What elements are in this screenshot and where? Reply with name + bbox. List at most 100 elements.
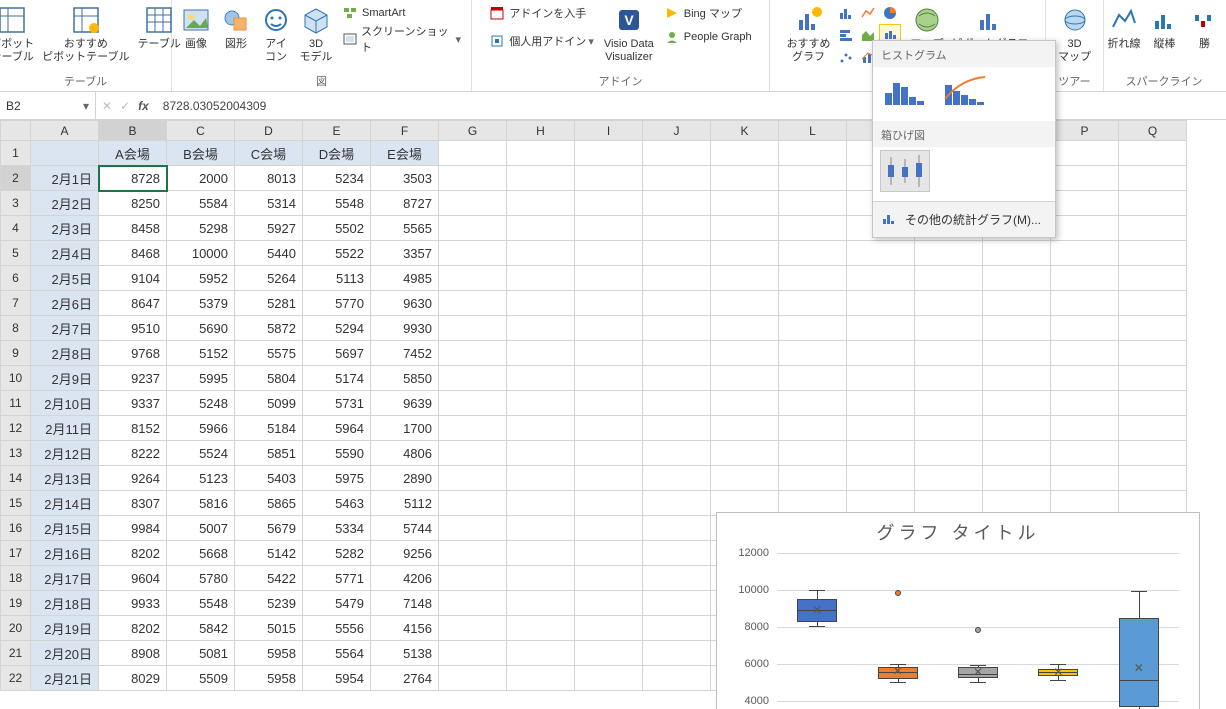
row-header-19[interactable]: 19 (1, 591, 31, 616)
date-cell[interactable]: 2月2日 (31, 191, 99, 216)
data-cell[interactable]: 5174 (303, 366, 371, 391)
data-cell[interactable]: 5995 (167, 366, 235, 391)
row-header-18[interactable]: 18 (1, 566, 31, 591)
data-cell[interactable]: 7452 (371, 341, 439, 366)
data-cell[interactable]: 9264 (99, 466, 167, 491)
data-cell[interactable]: 5954 (303, 666, 371, 691)
row-header-2[interactable]: 2 (1, 166, 31, 191)
data-cell[interactable]: 5502 (303, 216, 371, 241)
formula-input[interactable]: 8728.03052004309 (155, 92, 1226, 119)
data-cell[interactable]: 5872 (235, 316, 303, 341)
data-cell[interactable]: 5865 (235, 491, 303, 516)
data-cell[interactable]: 4206 (371, 566, 439, 591)
row-header-10[interactable]: 10 (1, 366, 31, 391)
boxplot-chart[interactable]: グラフ タイトル 020004000600080001000012000 ✕✕✕… (716, 512, 1200, 709)
data-cell[interactable]: 5584 (167, 191, 235, 216)
data-cell[interactable]: 8222 (99, 441, 167, 466)
data-cell[interactable]: 5851 (235, 441, 303, 466)
col-header-I[interactable]: I (575, 121, 643, 141)
data-cell[interactable]: 5522 (303, 241, 371, 266)
row-header-8[interactable]: 8 (1, 316, 31, 341)
data-cell[interactable]: 5112 (371, 491, 439, 516)
date-cell[interactable]: 2月11日 (31, 416, 99, 441)
row-header-3[interactable]: 3 (1, 191, 31, 216)
data-cell[interactable]: 8307 (99, 491, 167, 516)
data-cell[interactable]: 5690 (167, 316, 235, 341)
data-cell[interactable]: 8152 (99, 416, 167, 441)
data-cell[interactable]: 5234 (303, 166, 371, 191)
date-cell[interactable]: 2月9日 (31, 366, 99, 391)
row-header-4[interactable]: 4 (1, 216, 31, 241)
image-button[interactable]: 画像 (176, 2, 216, 53)
data-cell[interactable]: 2764 (371, 666, 439, 691)
data-cell[interactable]: 8202 (99, 541, 167, 566)
date-cell[interactable]: 2月3日 (31, 216, 99, 241)
data-cell[interactable]: 5403 (235, 466, 303, 491)
bing-maps-button[interactable]: Bing マップ (660, 4, 756, 22)
data-cell[interactable]: 5548 (303, 191, 371, 216)
data-cell[interactable]: 5099 (235, 391, 303, 416)
data-cell[interactable]: 9930 (371, 316, 439, 341)
row-header-17[interactable]: 17 (1, 541, 31, 566)
data-cell[interactable]: 5007 (167, 516, 235, 541)
data-cell[interactable]: 5771 (303, 566, 371, 591)
data-cell[interactable]: 1700 (371, 416, 439, 441)
data-cell[interactable]: 8250 (99, 191, 167, 216)
3dmap-button[interactable]: 3D マップ (1054, 2, 1095, 65)
data-cell[interactable]: 5975 (303, 466, 371, 491)
col-header-B[interactable]: B (99, 121, 167, 141)
data-cell[interactable]: 9768 (99, 341, 167, 366)
data-cell[interactable]: 9639 (371, 391, 439, 416)
data-cell[interactable]: 5509 (167, 666, 235, 691)
data-cell[interactable]: 5564 (303, 641, 371, 666)
date-cell[interactable]: 2月21日 (31, 666, 99, 691)
col-header-K[interactable]: K (711, 121, 779, 141)
header-cell[interactable]: B会場 (167, 141, 235, 166)
data-cell[interactable]: 5314 (235, 191, 303, 216)
people-graph-button[interactable]: People Graph (660, 28, 756, 46)
data-cell[interactable]: 9337 (99, 391, 167, 416)
row-header-16[interactable]: 16 (1, 516, 31, 541)
more-stat-charts[interactable]: その他の統計グラフ(M)... (873, 202, 1055, 237)
data-cell[interactable]: 5565 (371, 216, 439, 241)
data-cell[interactable]: 5479 (303, 591, 371, 616)
data-cell[interactable]: 5770 (303, 291, 371, 316)
row-header-20[interactable]: 20 (1, 616, 31, 641)
name-box[interactable]: B2 ▾ (0, 92, 96, 119)
data-cell[interactable]: 8468 (99, 241, 167, 266)
icons-button[interactable]: アイ コン (256, 2, 296, 65)
row-header-1[interactable]: 1 (1, 141, 31, 166)
chart-title[interactable]: グラフ タイトル (717, 513, 1199, 545)
date-cell[interactable]: 2月5日 (31, 266, 99, 291)
data-cell[interactable]: 8013 (235, 166, 303, 191)
date-cell[interactable]: 2月20日 (31, 641, 99, 666)
line-chart-icon[interactable] (858, 3, 878, 23)
data-cell[interactable]: 5440 (235, 241, 303, 266)
data-cell[interactable]: 5850 (371, 366, 439, 391)
data-cell[interactable]: 4806 (371, 441, 439, 466)
date-cell[interactable]: 2月18日 (31, 591, 99, 616)
date-cell[interactable]: 2月12日 (31, 441, 99, 466)
data-cell[interactable]: 9604 (99, 566, 167, 591)
date-cell[interactable]: 2月13日 (31, 466, 99, 491)
col-header-F[interactable]: F (371, 121, 439, 141)
data-cell[interactable]: 7148 (371, 591, 439, 616)
data-cell[interactable]: 5239 (235, 591, 303, 616)
sparkline-line-button[interactable]: 折れ線 (1104, 2, 1145, 53)
col-header-H[interactable]: H (507, 121, 575, 141)
pivot-table-button[interactable]: ピボット テーブル (0, 2, 38, 65)
row-header-7[interactable]: 7 (1, 291, 31, 316)
data-cell[interactable]: 5298 (167, 216, 235, 241)
enter-icon[interactable]: ✓ (120, 99, 130, 113)
row-header-6[interactable]: 6 (1, 266, 31, 291)
data-cell[interactable]: 5958 (235, 666, 303, 691)
col-header-E[interactable]: E (303, 121, 371, 141)
data-cell[interactable]: 5842 (167, 616, 235, 641)
data-cell[interactable]: 9104 (99, 266, 167, 291)
data-cell[interactable]: 5697 (303, 341, 371, 366)
data-cell[interactable]: 9630 (371, 291, 439, 316)
row-header-12[interactable]: 12 (1, 416, 31, 441)
data-cell[interactable]: 8029 (99, 666, 167, 691)
data-cell[interactable]: 5964 (303, 416, 371, 441)
col-header-C[interactable]: C (167, 121, 235, 141)
